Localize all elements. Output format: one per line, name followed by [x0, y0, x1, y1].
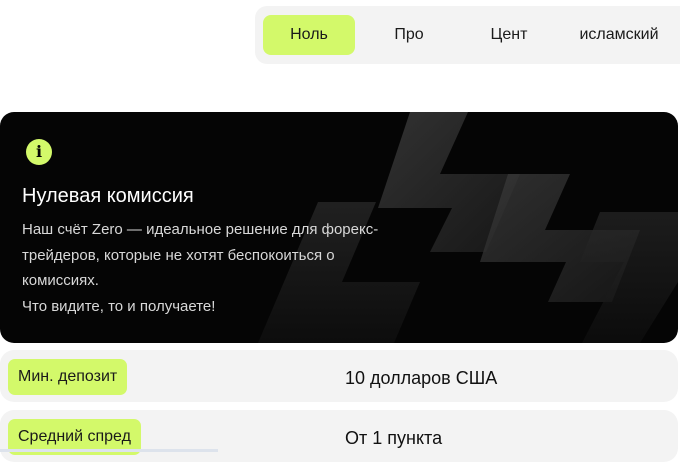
tab-zero[interactable]: Ноль: [263, 15, 355, 55]
spec-row-average-spread: Средний спред От 1 пункта: [0, 410, 678, 462]
zero-account-info-card: i Нулевая комиссия Наш счёт Zero — идеал…: [0, 112, 678, 343]
card-title: Нулевая комиссия: [22, 185, 194, 207]
card-description-line: комиссиях.: [22, 272, 99, 289]
spec-row-min-deposit: Мин. депозит 10 долларов США: [0, 350, 678, 402]
spec-label: Мин. депозит: [8, 359, 128, 395]
tab-cent[interactable]: Цент: [465, 15, 553, 55]
tab-islamic[interactable]: исламский: [563, 15, 675, 55]
card-description-line: Наш счёт Zero — идеальное решение для фо…: [22, 221, 379, 238]
spec-value: От 1 пункта: [345, 428, 443, 448]
spec-value: 10 долларов США: [345, 368, 498, 388]
card-description-line: Что видите, то и получаете!: [22, 297, 216, 315]
card-description-line: трейдеров, которые не хотят беспокоиться…: [22, 246, 335, 264]
info-icon: i: [26, 139, 52, 165]
account-type-tabs: Ноль Про Цент исламский: [255, 6, 680, 64]
tab-pro[interactable]: Про: [365, 15, 453, 55]
card-description: Наш счёт Zero — идеальное решение для фо…: [22, 217, 422, 319]
